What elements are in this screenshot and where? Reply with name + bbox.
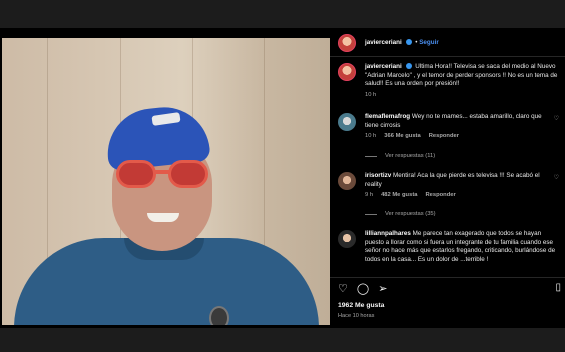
avatar[interactable] bbox=[338, 113, 356, 131]
reply-button[interactable]: Responder bbox=[429, 133, 459, 139]
share-icon[interactable]: ➢ bbox=[378, 282, 387, 295]
comment: irisortizv Mentira! Aca la que pierde es… bbox=[338, 172, 559, 198]
reply-button[interactable]: Responder bbox=[425, 192, 455, 198]
avatar[interactable] bbox=[338, 172, 356, 190]
avatar[interactable] bbox=[338, 63, 356, 81]
comment-username[interactable]: lilliannpalhares bbox=[365, 230, 411, 237]
caption-username[interactable]: javierceriani bbox=[365, 63, 402, 70]
bookmark-icon[interactable]: ▯ bbox=[555, 282, 561, 293]
shirt-pin bbox=[209, 306, 229, 325]
comment-likes[interactable]: 482 Me gusta bbox=[381, 192, 417, 198]
divider bbox=[330, 56, 565, 57]
post-header: javierceriani • Seguir bbox=[338, 34, 559, 52]
comment-icon[interactable]: ◯ bbox=[357, 282, 369, 295]
lens-left bbox=[116, 160, 156, 188]
comment-time: 10 h bbox=[365, 133, 377, 140]
verified-icon bbox=[405, 39, 412, 46]
person-smile bbox=[147, 213, 179, 222]
replies-line bbox=[365, 213, 377, 215]
heart-icon[interactable]: ♡ bbox=[554, 113, 559, 122]
avatar[interactable] bbox=[338, 34, 356, 52]
post-timestamp: Hace 10 horas bbox=[338, 313, 375, 319]
caption-time: 10 h bbox=[365, 91, 377, 98]
replies-line bbox=[365, 155, 377, 157]
view-replies-button[interactable]: Ver respuestas (35) bbox=[365, 211, 436, 217]
heart-icon[interactable]: ♡ bbox=[338, 282, 348, 295]
comment-likes[interactable]: 366 Me gusta bbox=[384, 133, 420, 139]
heart-icon[interactable]: ♡ bbox=[554, 172, 559, 181]
divider bbox=[330, 277, 565, 278]
view-replies-button[interactable]: Ver respuestas (11) bbox=[365, 153, 435, 159]
owner-username[interactable]: javierceriani bbox=[365, 39, 402, 46]
post-video[interactable] bbox=[2, 38, 330, 325]
comment-username[interactable]: irisortizv bbox=[365, 172, 391, 179]
follow-button[interactable]: Seguir bbox=[419, 39, 439, 46]
comment: flemaflemafrog Wey no te mames... estaba… bbox=[338, 113, 559, 139]
view-replies-label: Ver respuestas (35) bbox=[385, 211, 436, 217]
comment-text: Mentira! Aca la que pierde es televisa !… bbox=[365, 172, 540, 188]
avatar[interactable] bbox=[338, 230, 356, 248]
red-sunglasses bbox=[116, 160, 210, 190]
view-replies-label: Ver respuestas (11) bbox=[385, 153, 436, 159]
comment-username[interactable]: flemaflemafrog bbox=[365, 113, 410, 120]
caption: javierceriani Ultima Hora!! Televisa se … bbox=[338, 63, 559, 98]
lens-right bbox=[168, 160, 208, 188]
comment: lilliannpalhares Me parece tan exagerado… bbox=[338, 230, 559, 264]
verified-icon bbox=[405, 63, 412, 70]
like-count[interactable]: 1962 Me gusta bbox=[338, 302, 384, 309]
comments-panel: javierceriani • Seguir javierceriani Ult… bbox=[330, 28, 565, 328]
action-bar: ♡ ◯ ➢ bbox=[338, 282, 387, 295]
comment-time: 9 h bbox=[365, 192, 374, 199]
